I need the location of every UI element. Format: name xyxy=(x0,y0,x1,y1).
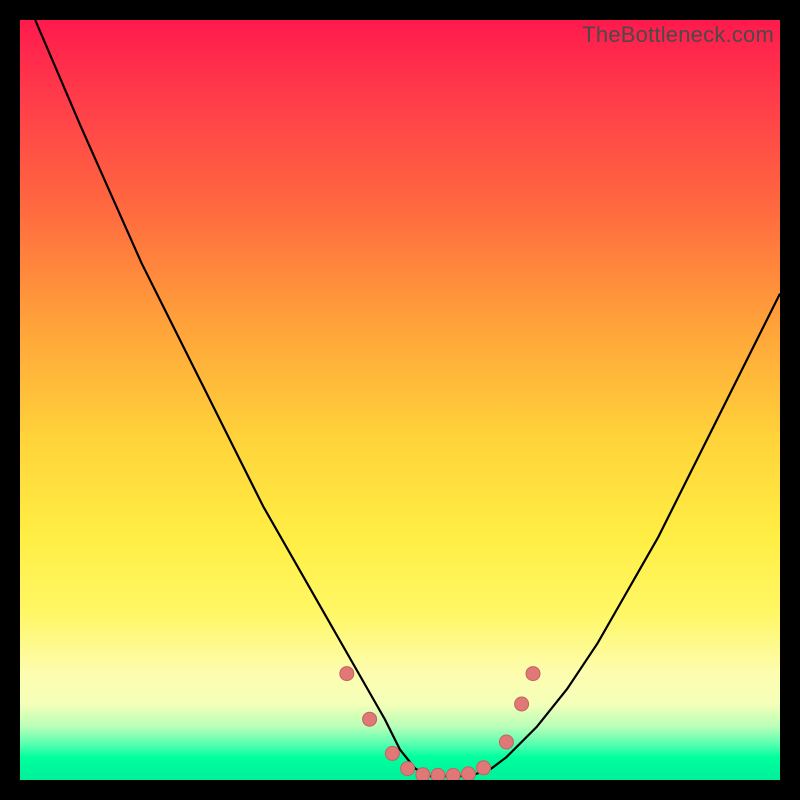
marker-dot xyxy=(340,667,354,681)
marker-group xyxy=(340,667,540,780)
marker-dot xyxy=(477,761,491,775)
marker-dot xyxy=(363,712,377,726)
watermark-text: TheBottleneck.com xyxy=(582,22,774,48)
marker-dot xyxy=(446,768,460,780)
marker-dot xyxy=(499,735,513,749)
outer-frame: TheBottleneck.com xyxy=(0,0,800,800)
curve-layer xyxy=(20,20,780,780)
marker-dot xyxy=(416,768,430,780)
marker-dot xyxy=(461,767,475,780)
marker-dot xyxy=(431,768,445,780)
marker-dot xyxy=(526,667,540,681)
marker-dot xyxy=(515,697,529,711)
marker-dot xyxy=(385,746,399,760)
marker-dot xyxy=(401,762,415,776)
plot-area: TheBottleneck.com xyxy=(20,20,780,780)
bottleneck-curve xyxy=(35,20,780,776)
